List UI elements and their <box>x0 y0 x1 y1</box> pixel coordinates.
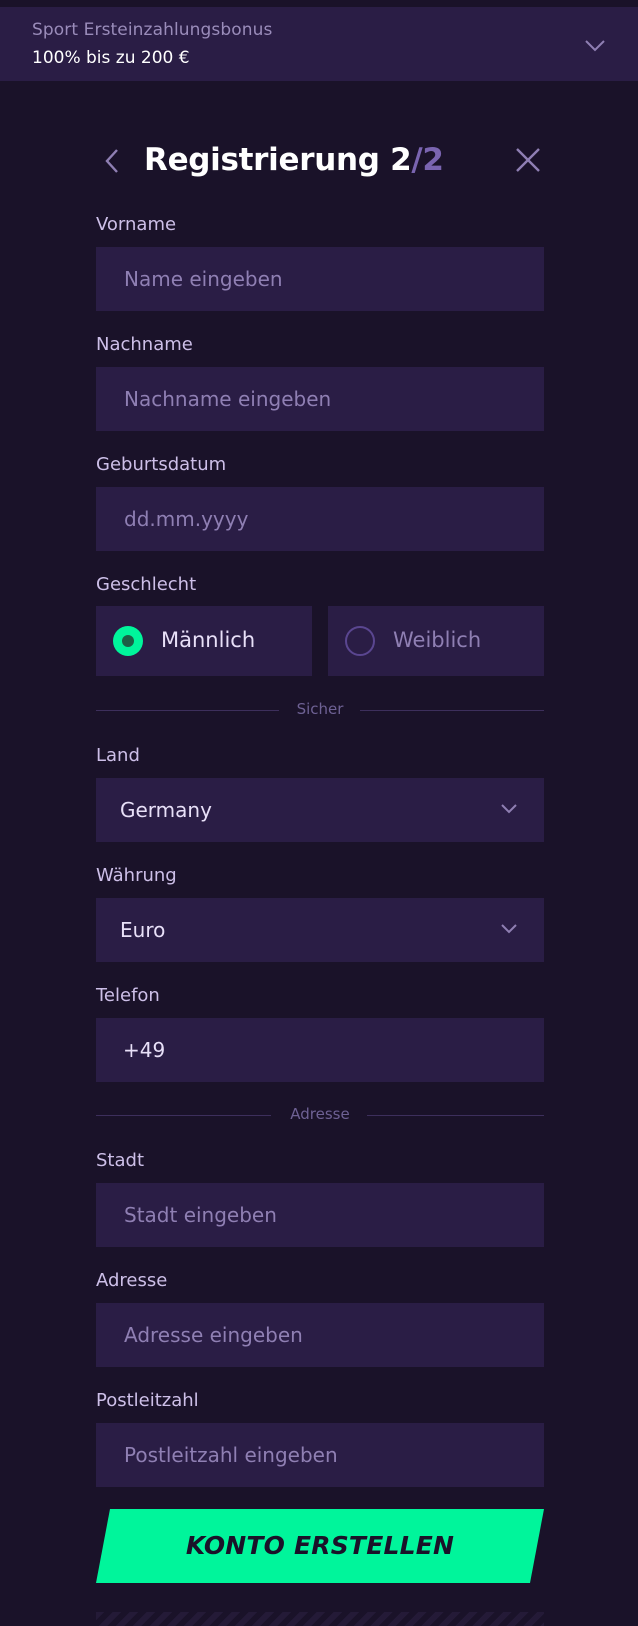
birthdate-label: Geburtsdatum <box>96 454 227 475</box>
gender-label: Geschlecht <box>96 574 197 595</box>
address-input[interactable] <box>96 1303 544 1367</box>
currency-select[interactable]: Euro <box>96 898 544 962</box>
gender-option-male[interactable]: Männlich <box>96 606 312 676</box>
chevron-down-icon <box>501 804 517 814</box>
divider-secure: Sicher <box>96 700 544 720</box>
phone-input[interactable] <box>96 1018 544 1082</box>
divider-address-text: Adresse <box>290 1105 350 1123</box>
chevron-down-icon[interactable] <box>584 37 606 53</box>
close-icon[interactable] <box>514 146 542 174</box>
first-name-input[interactable] <box>96 247 544 311</box>
city-input[interactable] <box>96 1183 544 1247</box>
create-account-label: KONTO ERSTELLEN <box>185 1531 455 1560</box>
decorative-stripes <box>96 1612 544 1626</box>
last-name-label: Nachname <box>96 334 193 355</box>
country-value: Germany <box>120 798 212 822</box>
divider-line <box>367 1115 544 1116</box>
chevron-left-icon[interactable] <box>102 146 122 176</box>
title-text: Registrierung 2 <box>144 142 412 178</box>
page-title: Registrierung 2/2 <box>144 142 444 178</box>
birthdate-input[interactable] <box>96 487 544 551</box>
phone-label: Telefon <box>96 985 160 1006</box>
radio-unselected-icon[interactable] <box>345 626 375 656</box>
registration-header: Registrierung 2/2 <box>96 138 544 188</box>
postal-code-label: Postleitzahl <box>96 1390 199 1411</box>
bonus-banner[interactable]: Sport Ersteinzahlungsbonus 100% bis zu 2… <box>0 7 638 81</box>
chevron-down-icon <box>501 924 517 934</box>
city-label: Stadt <box>96 1150 144 1171</box>
gender-female-label: Weiblich <box>393 628 482 652</box>
currency-value: Euro <box>120 918 166 942</box>
currency-label: Währung <box>96 865 177 886</box>
divider-line <box>360 710 544 711</box>
postal-code-input[interactable] <box>96 1423 544 1487</box>
country-select[interactable]: Germany <box>96 778 544 842</box>
radio-selected-icon[interactable] <box>113 626 143 656</box>
gender-male-label: Männlich <box>161 628 256 652</box>
bonus-value: 100% bis zu 200 € <box>32 48 190 68</box>
step-total: /2 <box>411 142 444 178</box>
create-account-button[interactable]: KONTO ERSTELLEN <box>96 1509 544 1583</box>
bonus-title: Sport Ersteinzahlungsbonus <box>32 20 273 40</box>
last-name-input[interactable] <box>96 367 544 431</box>
gender-option-female[interactable]: Weiblich <box>328 606 544 676</box>
address-label: Adresse <box>96 1270 168 1291</box>
country-label: Land <box>96 745 140 766</box>
divider-secure-text: Sicher <box>296 700 344 718</box>
divider-address: Adresse <box>96 1105 544 1125</box>
first-name-label: Vorname <box>96 214 177 235</box>
